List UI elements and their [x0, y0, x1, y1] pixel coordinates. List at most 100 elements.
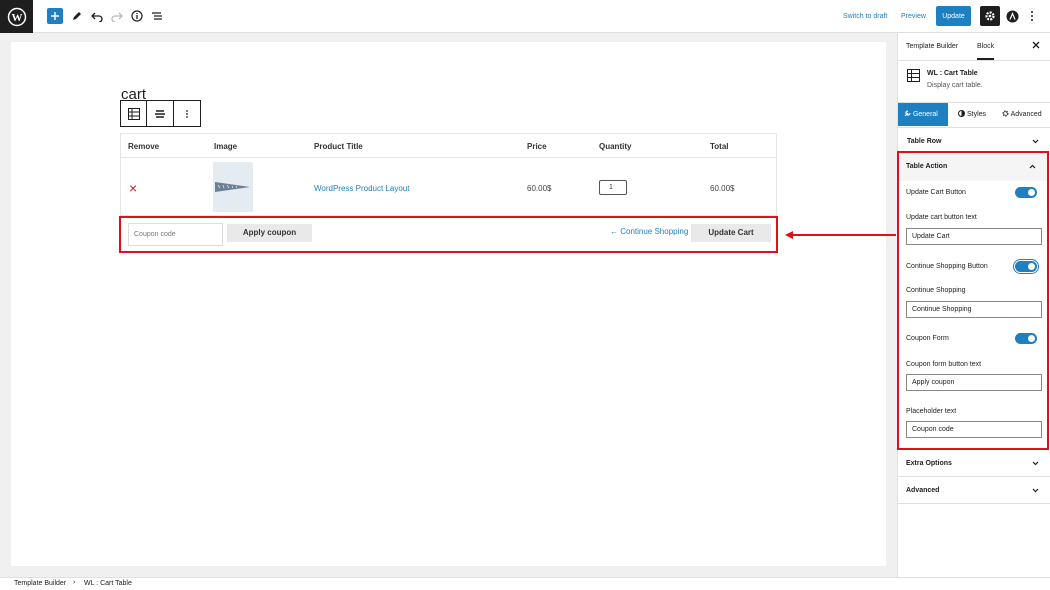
- edit-tool-button[interactable]: [69, 8, 85, 24]
- lower-panels: Extra Options Advanced: [897, 450, 1050, 504]
- block-card: WL : Cart Table Display cart table.: [898, 61, 1050, 103]
- panel-table-action[interactable]: Table Action: [899, 153, 1047, 181]
- apply-coupon-button[interactable]: Apply coupon: [227, 224, 312, 242]
- wrench-icon: [904, 110, 911, 117]
- plus-icon: [51, 12, 59, 20]
- product-thumbnail[interactable]: [213, 162, 253, 212]
- tab-advanced[interactable]: Advanced: [996, 103, 1048, 126]
- inspector-tabs: General Styles Advanced: [898, 103, 1050, 128]
- gear-icon: [1002, 110, 1009, 117]
- header-total: Total: [710, 142, 729, 151]
- item-price: 60.00$: [527, 184, 552, 193]
- pencil-icon: [73, 12, 81, 20]
- settings-button[interactable]: [980, 6, 1000, 26]
- details-button[interactable]: [129, 8, 145, 24]
- remove-item-button[interactable]: ×: [129, 180, 137, 196]
- tab-advanced-label: Advanced: [1010, 111, 1042, 118]
- preview-link[interactable]: Preview: [901, 13, 926, 20]
- item-total: 60.00$: [710, 184, 735, 193]
- panel-extra-options[interactable]: Extra Options: [897, 450, 1050, 477]
- close-sidebar-button[interactable]: [1032, 41, 1040, 52]
- header-image: Image: [214, 142, 238, 151]
- tab-general[interactable]: General: [898, 103, 948, 126]
- update-cart-text-input[interactable]: Update Cart: [906, 228, 1042, 245]
- wordpress-logo-icon[interactable]: W: [0, 0, 33, 33]
- switch-to-draft-link[interactable]: Switch to draft: [843, 13, 887, 20]
- header-quantity: Quantity: [599, 142, 632, 151]
- block-name: WL : Cart Table: [927, 70, 978, 77]
- more-options-button[interactable]: [1024, 8, 1040, 24]
- tab-styles[interactable]: Styles: [952, 103, 992, 126]
- breadcrumb-root[interactable]: Template Builder: [14, 580, 66, 587]
- top-toolbar: W Switch to draft Preview Update: [0, 0, 1050, 33]
- cart-actions-highlight: Coupon code Apply coupon ← Continue Shop…: [119, 216, 778, 253]
- breadcrumb: Template Builder › WL : Cart Table: [0, 577, 1050, 590]
- continue-shopping-link[interactable]: ← Continue Shopping: [610, 227, 688, 236]
- list-view-icon: [152, 12, 162, 20]
- info-icon: [131, 10, 143, 22]
- block-options-button[interactable]: [174, 101, 200, 126]
- header-remove: Remove: [128, 142, 160, 151]
- block-toolbar: [120, 100, 201, 127]
- block-type-button[interactable]: [121, 101, 147, 126]
- coupon-form-button-text-input[interactable]: Apply coupon: [906, 374, 1042, 391]
- table-icon: [907, 69, 920, 84]
- update-cart-button-toggle[interactable]: [1015, 187, 1037, 198]
- plugin-logo-icon: [1006, 10, 1018, 22]
- update-cart-button-label: Update Cart Button: [906, 189, 966, 196]
- placeholder-text-input[interactable]: Coupon code: [906, 421, 1042, 438]
- list-view-button[interactable]: [149, 8, 165, 24]
- update-button[interactable]: Update: [936, 6, 971, 26]
- cart-table: Remove Image Product Title Price Quantit…: [120, 133, 777, 217]
- header-product-title: Product Title: [314, 142, 363, 151]
- chevron-up-icon: [1029, 153, 1036, 181]
- chevron-down-icon: [1032, 450, 1039, 477]
- sidebar-tabs: Template Builder Block: [898, 33, 1050, 61]
- continue-shopping-label: Continue Shopping: [906, 287, 966, 294]
- coupon-form-label: Coupon Form: [906, 335, 949, 342]
- breadcrumb-current[interactable]: WL : Cart Table: [84, 580, 132, 587]
- panel-advanced[interactable]: Advanced: [897, 477, 1050, 504]
- coupon-form-button-text-label: Coupon form button text: [906, 361, 982, 368]
- align-center-icon: [155, 109, 165, 118]
- panel-advanced-title: Advanced: [906, 487, 940, 494]
- continue-shopping-input[interactable]: Continue Shopping: [906, 301, 1042, 318]
- callout-arrow-line: [791, 234, 896, 236]
- update-cart-text-label: Update cart button text: [906, 214, 977, 221]
- close-icon: [1032, 41, 1040, 49]
- align-button[interactable]: [147, 101, 174, 126]
- vertical-ellipsis-icon: [186, 109, 188, 118]
- quantity-input[interactable]: 1: [599, 180, 627, 195]
- redo-button[interactable]: [109, 8, 125, 24]
- continue-shopping-button-label: Continue Shopping Button: [906, 263, 988, 270]
- svg-text:W: W: [11, 12, 22, 24]
- update-cart-button[interactable]: Update Cart: [691, 224, 771, 242]
- pennant-image-icon: [215, 182, 250, 192]
- table-row: × WordPress Product Layout 60.00$ 1 60.0…: [121, 158, 776, 216]
- placeholder-text-label: Placeholder text: [906, 408, 957, 415]
- plugin-button[interactable]: [1004, 8, 1020, 24]
- coupon-form-toggle[interactable]: [1015, 333, 1037, 344]
- tab-styles-label: Styles: [966, 111, 987, 118]
- undo-icon: [91, 12, 103, 22]
- product-title-link[interactable]: WordPress Product Layout: [314, 184, 409, 193]
- header-price: Price: [527, 142, 547, 151]
- tab-general-label: General: [912, 111, 938, 118]
- callout-arrow-head: [785, 231, 793, 239]
- undo-button[interactable]: [89, 8, 105, 24]
- tab-template-builder[interactable]: Template Builder: [906, 43, 958, 50]
- tab-block[interactable]: Block: [977, 43, 995, 60]
- redo-icon: [111, 12, 123, 22]
- breadcrumb-separator: ›: [73, 579, 76, 586]
- gear-icon: [985, 11, 995, 21]
- vertical-ellipsis-icon: [1031, 11, 1033, 21]
- block-description: Display cart table.: [927, 82, 983, 89]
- coupon-code-input[interactable]: Coupon code: [128, 223, 223, 246]
- table-action-panel-highlight: Table Action Update Cart Button Update c…: [897, 151, 1049, 450]
- table-header: Remove Image Product Title Price Quantit…: [121, 134, 776, 158]
- panel-table-row-title: Table Row: [907, 138, 942, 145]
- panel-table-action-title: Table Action: [906, 163, 948, 170]
- chevron-down-icon: [1032, 477, 1039, 504]
- add-block-button[interactable]: [47, 8, 63, 24]
- continue-shopping-button-toggle[interactable]: [1013, 259, 1039, 274]
